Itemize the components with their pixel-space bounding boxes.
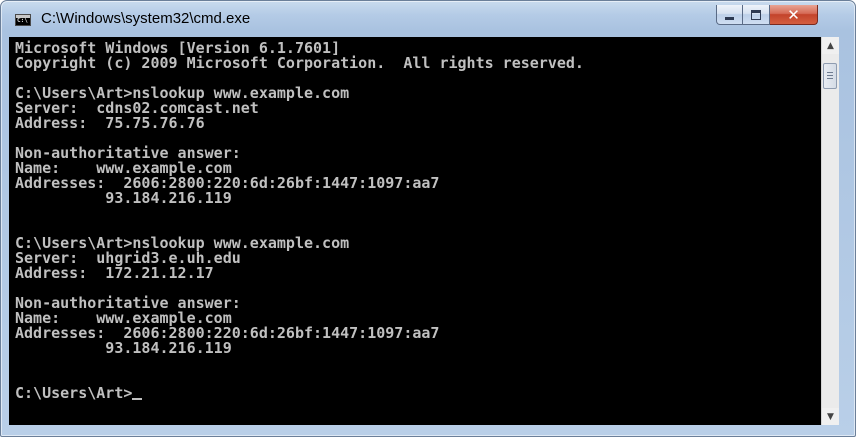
title-bar[interactable]: C:\ C:\Windows\system32\cmd.exe ✕ <box>1 1 855 37</box>
maximize-button[interactable] <box>743 5 770 25</box>
grip-line <box>827 75 833 76</box>
console-area[interactable]: Microsoft Windows [Version 6.1.7601] Copy… <box>9 37 821 425</box>
close-button[interactable]: ✕ <box>770 5 818 25</box>
console-line: 93.184.216.119 <box>15 339 232 357</box>
scroll-up-button[interactable]: ▲ <box>822 37 839 54</box>
console-line: Address: 75.75.76.76 <box>15 114 205 132</box>
minimize-button[interactable] <box>716 5 743 25</box>
scroll-thumb[interactable] <box>823 63 837 89</box>
vertical-scrollbar[interactable]: ▲ ▼ <box>821 37 839 425</box>
arrow-up-icon: ▲ <box>827 40 834 51</box>
scroll-down-button[interactable]: ▼ <box>822 408 839 425</box>
console-line: 93.184.216.119 <box>15 189 232 207</box>
cmd-icon[interactable]: C:\ <box>15 14 31 26</box>
cmd-icon-text: C:\ <box>17 17 28 24</box>
text-cursor <box>132 398 143 400</box>
minimize-icon <box>725 16 734 20</box>
grip-line <box>827 72 833 73</box>
console-line: Address: 172.21.12.17 <box>15 264 214 282</box>
cmd-window: C:\ C:\Windows\system32\cmd.exe ✕ Micros… <box>0 0 856 437</box>
window-title: C:\Windows\system32\cmd.exe <box>41 10 251 27</box>
grip-line <box>827 78 833 79</box>
close-icon: ✕ <box>787 5 800 24</box>
console-line: Copyright (c) 2009 Microsoft Corporation… <box>15 54 584 72</box>
maximize-icon <box>751 9 761 20</box>
console-line: C:\Users\Art> <box>15 386 584 401</box>
console-output: Microsoft Windows [Version 6.1.7601] Copy… <box>15 41 584 401</box>
arrow-down-icon: ▼ <box>827 411 834 422</box>
